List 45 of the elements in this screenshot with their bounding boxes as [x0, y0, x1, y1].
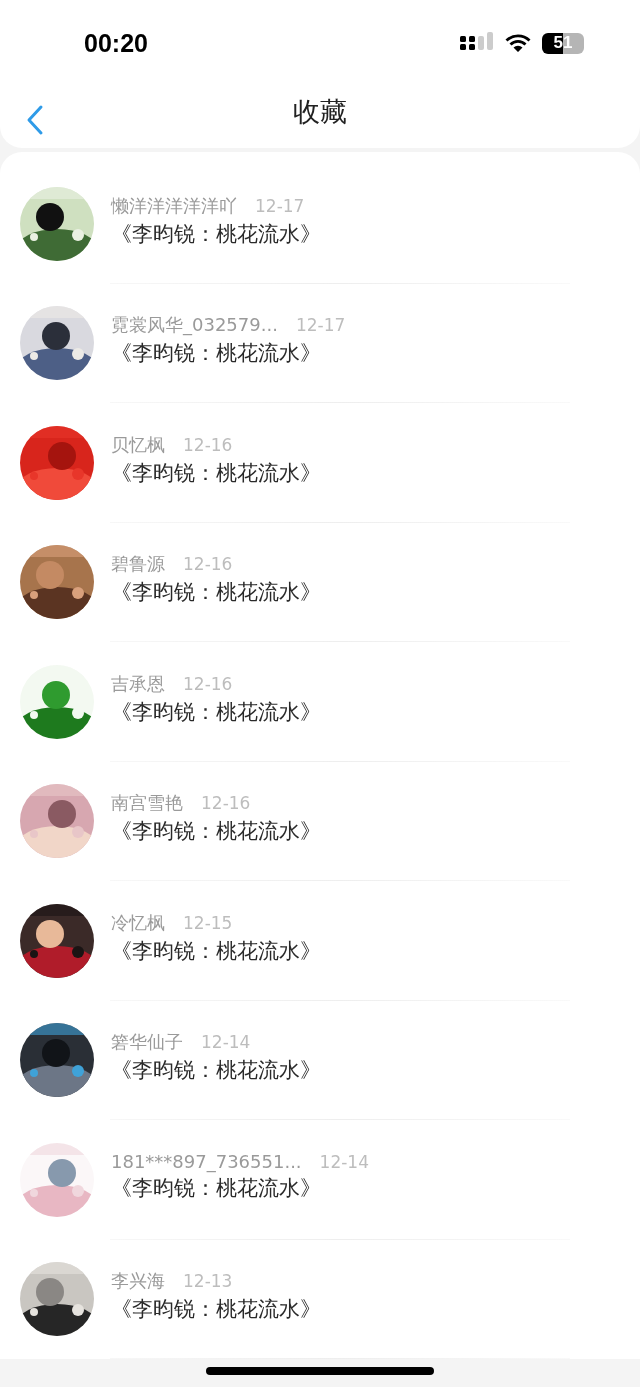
favorite-item[interactable]: 南宫雪艳 12-16 《李昀锐：桃花流水》	[0, 761, 640, 881]
user-name: 贝忆枫	[111, 432, 165, 457]
favorite-item[interactable]: 吉承恩 12-16 《李昀锐：桃花流水》	[0, 642, 640, 762]
item-date: 12-17	[295, 315, 346, 336]
user-name: 箬华仙子	[111, 1030, 183, 1055]
item-title: 《李昀锐：桃花流水》	[111, 937, 321, 965]
item-date: 12-16	[183, 434, 233, 455]
item-date: 12-14	[201, 1032, 251, 1053]
battery-level: 51	[553, 33, 573, 53]
favorite-item[interactable]: 181***897_736551... 12-14 《李昀锐：桃花流水》	[0, 1120, 640, 1240]
item-date: 12-16	[183, 673, 233, 694]
page-title: 收藏	[293, 95, 347, 129]
user-name: 181***897_736551...	[111, 1151, 302, 1173]
item-title: 《李昀锐：桃花流水》	[111, 220, 321, 248]
item-date: 12-16	[183, 554, 233, 575]
item-title: 《李昀锐：桃花流水》	[111, 340, 322, 368]
favorite-item[interactable]: 冷忆枫 12-15 《李昀锐：桃花流水》	[0, 881, 640, 1001]
item-date: 12-14	[319, 1152, 369, 1173]
favorite-item[interactable]: 懒洋洋洋洋洋吖 12-17 《李昀锐：桃花流水》	[0, 164, 640, 284]
user-name: 冷忆枫	[111, 910, 165, 935]
item-date: 12-17	[255, 195, 305, 216]
user-name: 霓裳风华_032579...	[111, 313, 278, 338]
user-name: 懒洋洋洋洋洋吖	[111, 193, 237, 218]
favorite-item[interactable]: 李兴海 12-13 《李昀锐：桃花流水》	[0, 1239, 640, 1359]
item-date: 12-15	[183, 912, 233, 933]
favorite-item[interactable]: 箬华仙子 12-14 《李昀锐：桃花流水》	[0, 1000, 640, 1120]
item-title: 《李昀锐：桃花流水》	[111, 579, 321, 607]
item-title: 《李昀锐：桃花流水》	[111, 459, 321, 487]
back-icon	[26, 104, 44, 136]
item-date: 12-13	[183, 1271, 233, 1292]
favorite-item[interactable]: 贝忆枫 12-16 《李昀锐：桃花流水》	[0, 403, 640, 523]
item-title: 《李昀锐：桃花流水》	[111, 1296, 321, 1324]
user-name: 李兴海	[111, 1269, 165, 1294]
item-title: 《李昀锐：桃花流水》	[111, 1057, 321, 1085]
user-name: 吉承恩	[111, 671, 165, 696]
favorite-item[interactable]: 霓裳风华_032579... 12-17 《李昀锐：桃花流水》	[0, 283, 640, 403]
wifi-icon	[504, 33, 532, 53]
user-name: 南宫雪艳	[111, 791, 183, 816]
item-date: 12-16	[201, 793, 251, 814]
user-name: 碧鲁源	[111, 552, 165, 577]
status-time: 00:20	[84, 28, 148, 58]
item-title: 《李昀锐：桃花流水》	[111, 1175, 322, 1203]
favorite-item[interactable]: 碧鲁源 12-16 《李昀锐：桃花流水》	[0, 522, 640, 642]
item-title: 《李昀锐：桃花流水》	[111, 698, 321, 726]
item-title: 《李昀锐：桃花流水》	[111, 818, 321, 846]
